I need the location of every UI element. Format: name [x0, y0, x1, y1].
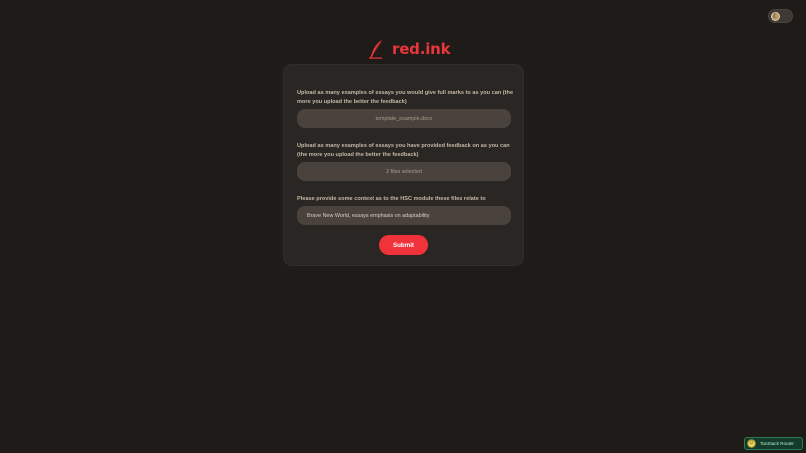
- context-label: Please provide some context as to the HS…: [297, 196, 486, 202]
- quill-logo-icon: [369, 40, 382, 59]
- brand: red.ink: [368, 38, 451, 60]
- submit-button[interactable]: Submit: [379, 235, 428, 255]
- tanstack-logo-icon: ☺: [747, 439, 756, 448]
- feedback-file-input[interactable]: 2 files selected: [297, 162, 511, 181]
- full-marks-label: Upload as many examples of essays you wo…: [297, 90, 514, 105]
- devtools-label: TanStack Router: [760, 441, 794, 446]
- brand-name: red.ink: [392, 40, 451, 58]
- moon-icon: ☾: [771, 12, 780, 21]
- tanstack-router-devtools-button[interactable]: ☺ TanStack Router: [744, 437, 803, 450]
- feedback-label: Upload as many examples of essays you ha…: [297, 143, 510, 158]
- full-marks-file-input[interactable]: template_example.docx: [297, 109, 511, 128]
- feedback-file-count: 2 files selected: [386, 168, 422, 175]
- upload-form-card: Upload as many examples of essays you wo…: [283, 64, 524, 266]
- theme-toggle[interactable]: ☾: [768, 9, 793, 23]
- full-marks-file-name: template_example.docx: [375, 115, 433, 122]
- context-input[interactable]: [297, 206, 511, 225]
